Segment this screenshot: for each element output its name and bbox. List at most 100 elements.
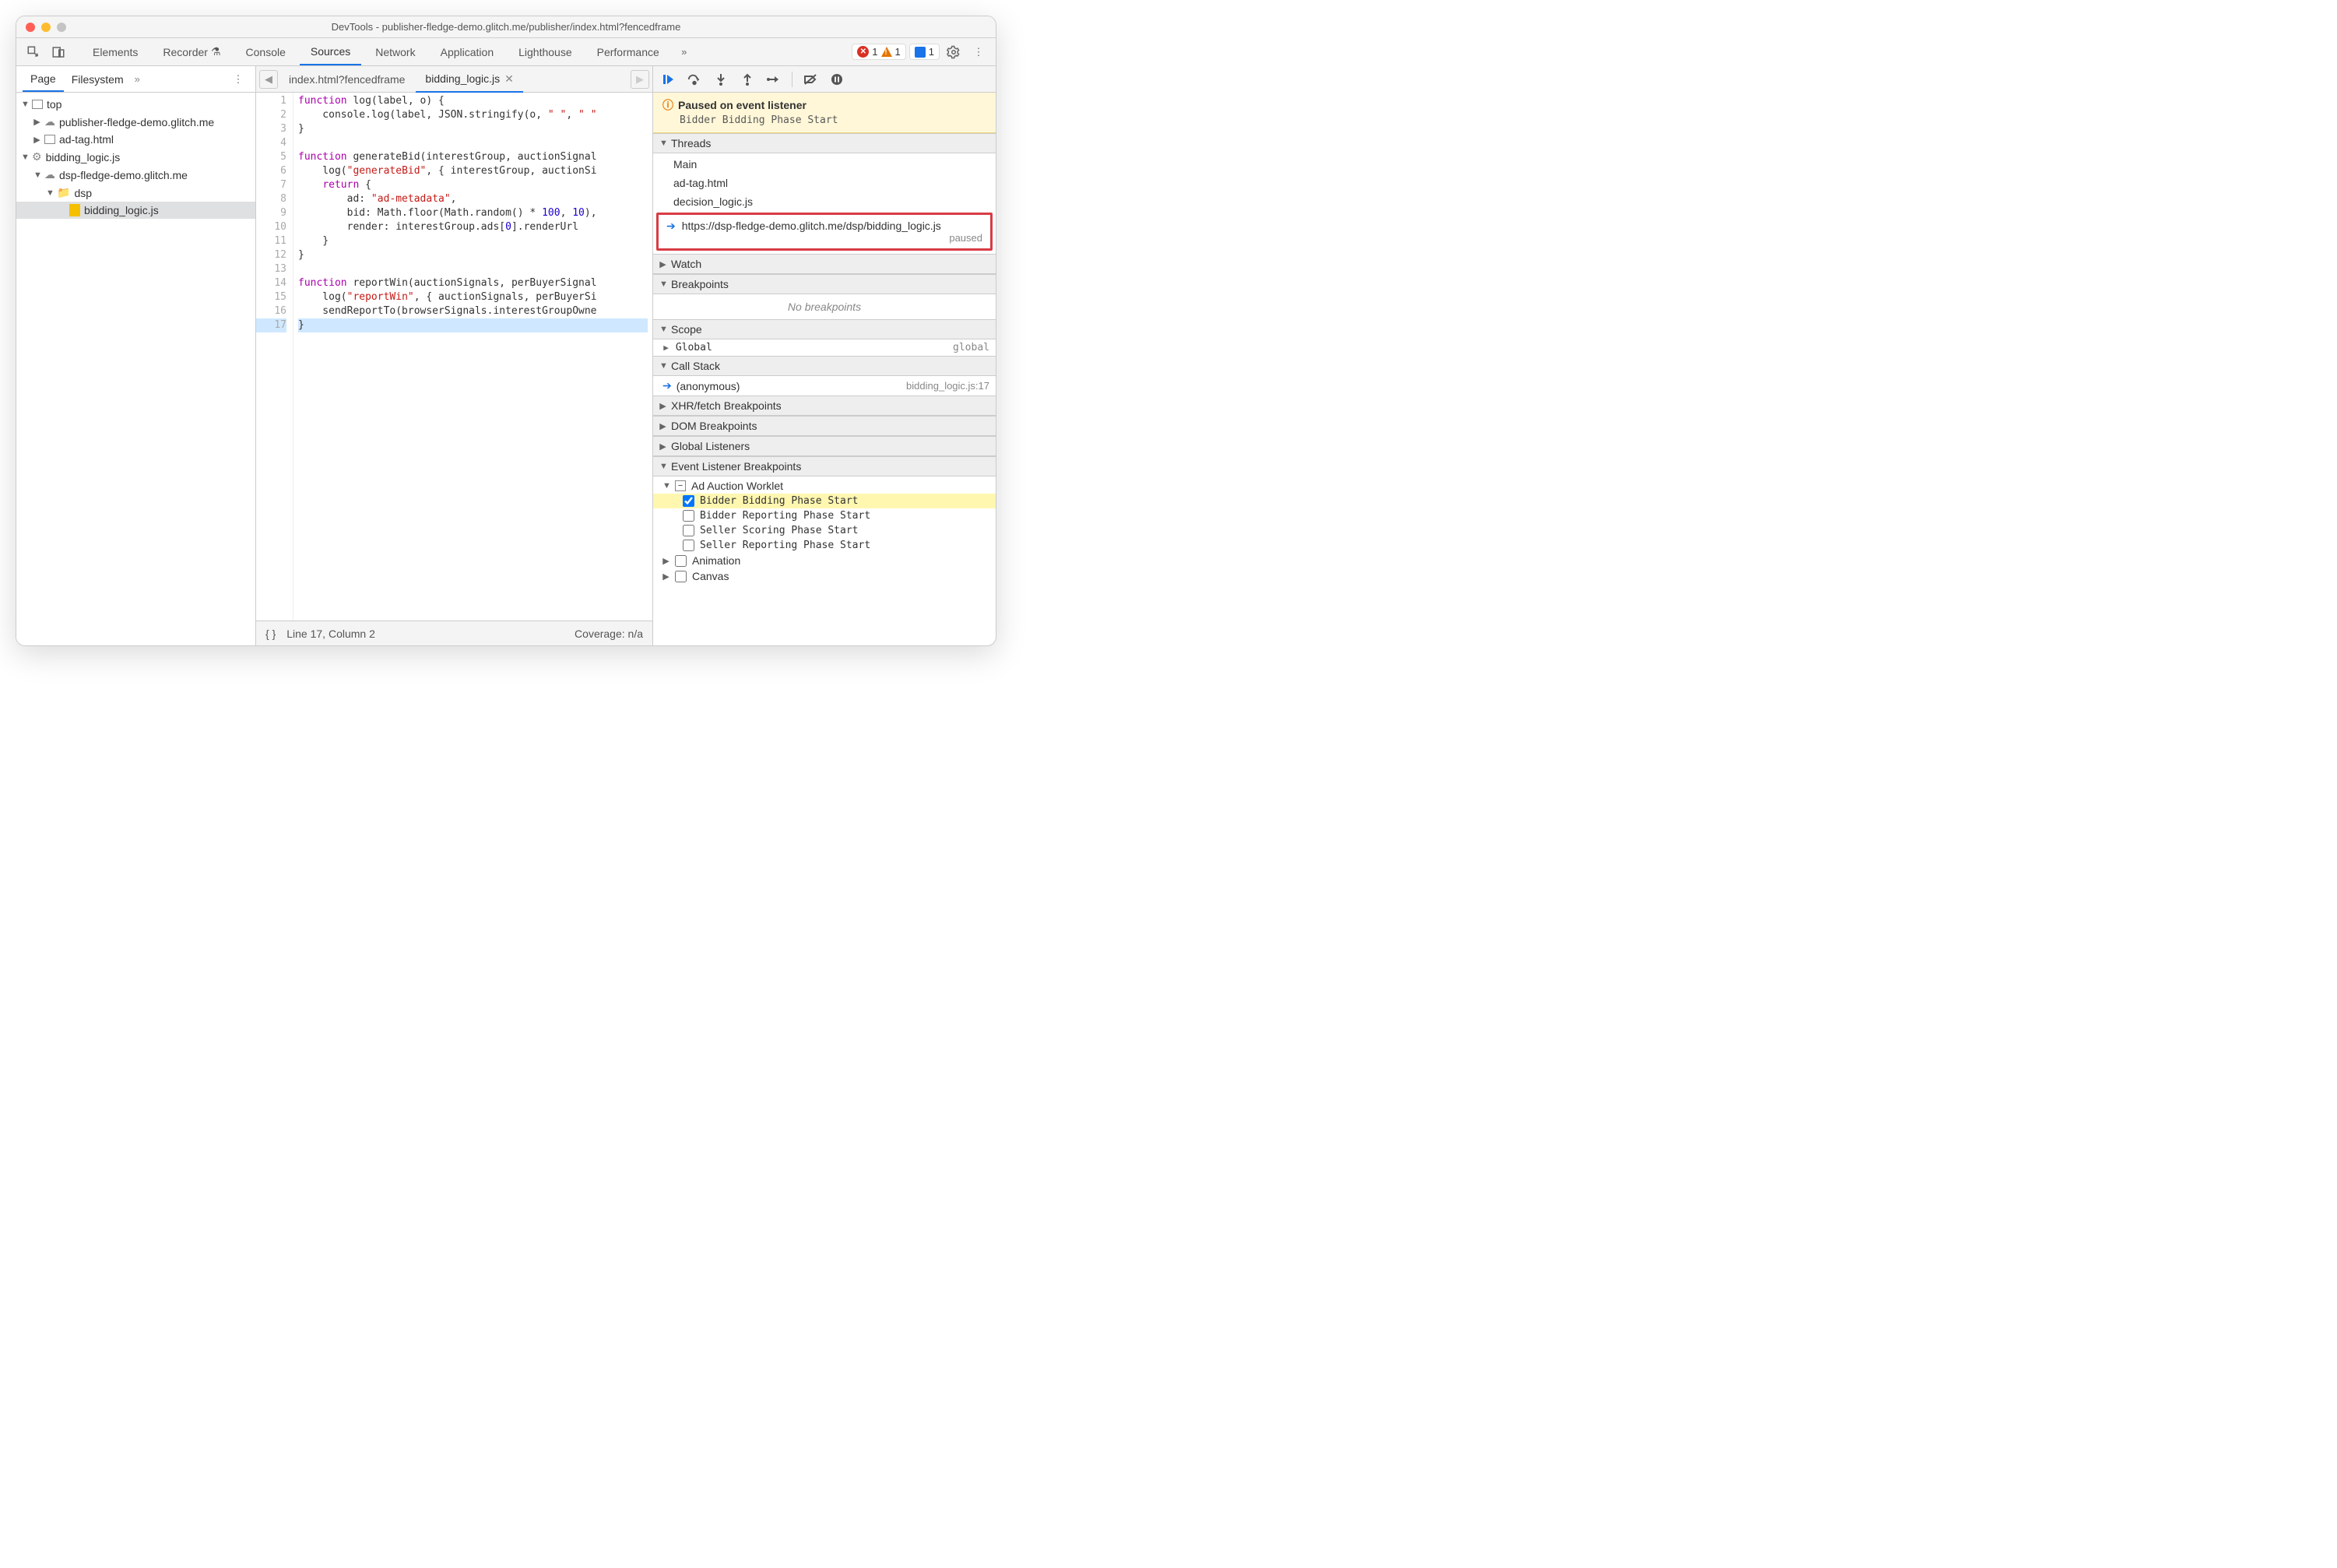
file-tab-index[interactable]: index.html?fencedframe [279, 68, 414, 91]
elb-category-ad-auction[interactable]: ▼−Ad Auction Worklet [653, 478, 996, 494]
no-breakpoints-label: No breakpoints [653, 294, 996, 319]
close-window-button[interactable] [26, 23, 35, 32]
thread-main[interactable]: Main [653, 155, 996, 174]
partial-checkbox-icon[interactable]: − [675, 480, 686, 491]
tab-application[interactable]: Application [430, 40, 505, 65]
nav-tab-filesystem[interactable]: Filesystem [64, 68, 132, 91]
more-nav-tabs-icon[interactable]: » [135, 73, 140, 85]
step-over-button[interactable] [686, 71, 703, 88]
current-thread-arrow-icon: ➔ [666, 220, 676, 233]
maximize-window-button[interactable] [57, 23, 66, 32]
cloud-icon: ☁ [44, 168, 55, 181]
error-badge-icon: ✕ [857, 46, 869, 58]
tree-item-bidding-logic[interactable]: bidding_logic.js [16, 202, 255, 219]
elb-checkbox[interactable] [675, 555, 687, 567]
elb-category-canvas[interactable]: ▶Canvas [653, 568, 996, 584]
threads-header[interactable]: ▼Threads [653, 133, 996, 153]
elb-seller-scoring-start[interactable]: Seller Scoring Phase Start [653, 523, 996, 538]
scope-global-row[interactable]: ▶ Globalglobal [653, 339, 996, 356]
xhr-breakpoints-header[interactable]: ▶XHR/fetch Breakpoints [653, 396, 996, 416]
window-controls [26, 23, 66, 32]
more-tabs-icon[interactable]: » [673, 41, 695, 63]
minimize-window-button[interactable] [41, 23, 51, 32]
navigator-panel: Page Filesystem » ⋮ ▼top ▶☁publisher-fle… [16, 66, 256, 645]
elb-checkbox[interactable] [683, 540, 694, 551]
step-out-button[interactable] [739, 71, 756, 88]
watch-header[interactable]: ▶Watch [653, 254, 996, 274]
kebab-menu-icon[interactable]: ⋮ [968, 41, 989, 63]
deactivate-breakpoints-button[interactable] [802, 71, 819, 88]
thread-bidding-logic[interactable]: ➔ https://dsp-fledge-demo.glitch.me/dsp/… [656, 213, 993, 251]
editor-status-bar: { } Line 17, Column 2 Coverage: n/a [256, 621, 652, 645]
editor-panel: ◀ index.html?fencedframe bidding_logic.j… [256, 66, 653, 645]
frame-icon [44, 135, 55, 144]
callstack-frame[interactable]: ➔ (anonymous) bidding_logic.js:17 [653, 376, 996, 396]
console-badges[interactable]: ✕1 1 [852, 44, 905, 60]
thread-decision[interactable]: decision_logic.js [653, 192, 996, 211]
gear-icon: ⚙ [32, 150, 42, 163]
scope-header[interactable]: ▼Scope [653, 319, 996, 339]
step-button[interactable] [765, 71, 782, 88]
resume-button[interactable] [659, 71, 676, 88]
elb-checkbox[interactable] [683, 525, 694, 536]
warning-badge-icon [881, 47, 892, 57]
js-file-icon [69, 204, 80, 216]
tab-recorder[interactable]: Recorder ⚗ [152, 39, 231, 65]
dom-breakpoints-header[interactable]: ▶DOM Breakpoints [653, 416, 996, 436]
elb-category-animation[interactable]: ▶Animation [653, 553, 996, 568]
tab-lighthouse[interactable]: Lighthouse [508, 40, 583, 65]
tree-item-top[interactable]: ▼top [16, 96, 255, 113]
file-tree: ▼top ▶☁publisher-fledge-demo.glitch.me ▶… [16, 93, 255, 645]
tab-network[interactable]: Network [364, 40, 426, 65]
paused-banner: ⓘPaused on event listener Bidder Bidding… [653, 93, 996, 133]
elb-bidder-reporting-start[interactable]: Bidder Reporting Phase Start [653, 508, 996, 523]
nav-back-icon[interactable]: ◀ [259, 70, 278, 89]
tree-item-domain[interactable]: ▶☁publisher-fledge-demo.glitch.me [16, 113, 255, 131]
cloud-icon: ☁ [44, 115, 55, 128]
tab-elements[interactable]: Elements [82, 40, 149, 65]
tree-item-dsp-domain[interactable]: ▼☁dsp-fledge-demo.glitch.me [16, 166, 255, 184]
issue-badge-icon [915, 47, 926, 58]
tree-item-worklet[interactable]: ▼⚙bidding_logic.js [16, 148, 255, 166]
tree-item-adtag[interactable]: ▶ad-tag.html [16, 131, 255, 148]
nav-kebab-icon[interactable]: ⋮ [227, 69, 249, 90]
devtools-window: DevTools - publisher-fledge-demo.glitch.… [16, 16, 996, 646]
elb-seller-reporting-start[interactable]: Seller Reporting Phase Start [653, 538, 996, 553]
breakpoints-header[interactable]: ▼Breakpoints [653, 274, 996, 294]
elb-checkbox[interactable] [683, 510, 694, 522]
inspect-element-icon[interactable] [23, 41, 44, 63]
info-icon: ⓘ [662, 97, 673, 113]
debugger-panel: ⓘPaused on event listener Bidder Bidding… [653, 66, 996, 645]
file-tab-bidding[interactable]: bidding_logic.js✕ [416, 67, 522, 93]
close-tab-icon[interactable]: ✕ [504, 72, 514, 86]
elb-checkbox[interactable] [683, 495, 694, 507]
callstack-header[interactable]: ▼Call Stack [653, 356, 996, 376]
nav-tab-page[interactable]: Page [23, 67, 64, 92]
tab-sources[interactable]: Sources [300, 39, 361, 65]
global-listeners-header[interactable]: ▶Global Listeners [653, 436, 996, 456]
format-button[interactable]: { } [265, 628, 276, 640]
tab-performance[interactable]: Performance [586, 40, 670, 65]
pause-exceptions-button[interactable] [828, 71, 845, 88]
step-into-button[interactable] [712, 71, 729, 88]
elb-checkbox[interactable] [675, 571, 687, 582]
tree-item-folder-dsp[interactable]: ▼📁dsp [16, 184, 255, 202]
code-content[interactable]: function log(label, o) { console.log(lab… [293, 93, 652, 621]
coverage-status: Coverage: n/a [575, 628, 643, 640]
folder-icon: 📁 [57, 186, 70, 199]
flask-icon: ⚗ [211, 45, 221, 58]
current-frame-arrow-icon: ➔ [662, 379, 672, 392]
device-toolbar-icon[interactable] [47, 41, 69, 63]
issues-badge[interactable]: 1 [909, 44, 940, 60]
titlebar: DevTools - publisher-fledge-demo.glitch.… [16, 16, 996, 38]
frame-icon [32, 100, 43, 109]
elb-header[interactable]: ▼Event Listener Breakpoints [653, 456, 996, 476]
tab-console[interactable]: Console [235, 40, 297, 65]
thread-adtag[interactable]: ad-tag.html [653, 174, 996, 192]
code-editor[interactable]: 1234567891011121314151617 function log(l… [256, 93, 652, 621]
settings-icon[interactable] [943, 41, 965, 63]
nav-forward-icon[interactable]: ▶ [631, 70, 649, 89]
main-toolbar: Elements Recorder ⚗ Console Sources Netw… [16, 38, 996, 66]
elb-bidder-bidding-start[interactable]: Bidder Bidding Phase Start [653, 494, 996, 508]
window-title: DevTools - publisher-fledge-demo.glitch.… [332, 21, 681, 33]
